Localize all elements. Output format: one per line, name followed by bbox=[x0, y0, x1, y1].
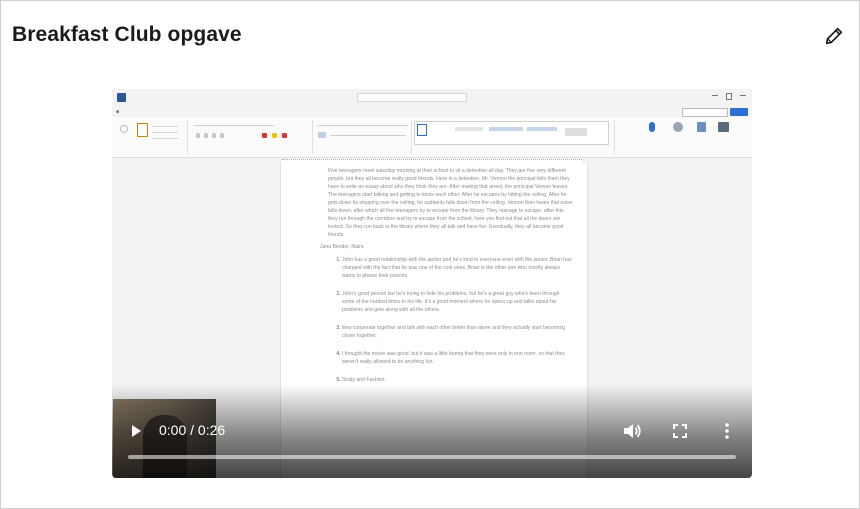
fullscreen-button[interactable] bbox=[668, 420, 692, 442]
more-options-button[interactable] bbox=[718, 420, 736, 442]
word-title-bar: ​ bbox=[112, 89, 752, 108]
undo-icon bbox=[120, 125, 128, 133]
close-icon bbox=[740, 95, 746, 96]
answers-list: John has a good relationship with the ja… bbox=[328, 256, 573, 384]
list-item: they cooperate together and talk with ea… bbox=[342, 324, 573, 340]
fullscreen-icon bbox=[673, 424, 687, 438]
copilot-icon bbox=[718, 122, 729, 132]
word-styles-gallery: ​ bbox=[414, 121, 609, 145]
video-time: 0:00 / 0:26 bbox=[159, 422, 225, 438]
pencil-icon bbox=[825, 27, 843, 45]
document-paragraph: Five teenagers meet saturday morning at … bbox=[328, 168, 573, 238]
duration: 0:26 bbox=[197, 422, 226, 438]
list-item: Study and Fashion. bbox=[342, 376, 573, 384]
word-search-box bbox=[357, 93, 467, 102]
editor-icon bbox=[673, 122, 683, 132]
play-icon bbox=[132, 425, 141, 437]
list-item: I thought the movie was good, but it was… bbox=[342, 350, 573, 366]
edit-button[interactable] bbox=[821, 23, 847, 49]
page-title: Breakfast Club opgave bbox=[12, 23, 242, 46]
word-share-button bbox=[730, 108, 748, 116]
volume-icon bbox=[624, 424, 641, 438]
word-ribbon: ​ bbox=[112, 117, 752, 158]
word-ribbon-tabs: ■ bbox=[112, 107, 752, 117]
maximize-icon bbox=[726, 93, 732, 100]
dictate-icon bbox=[649, 122, 655, 132]
minimize-icon bbox=[712, 95, 718, 96]
play-button[interactable] bbox=[126, 422, 146, 440]
video-player[interactable]: ​ ■ bbox=[112, 89, 752, 478]
video-progress-bar[interactable] bbox=[128, 455, 736, 459]
word-logo-icon bbox=[117, 93, 126, 102]
document-names-line: Jana Bender, Naira bbox=[320, 244, 364, 250]
content-card: Breakfast Club opgave ​ ■ bbox=[0, 0, 860, 509]
time-separator: / bbox=[186, 422, 198, 438]
list-item: John has a good relationship with the ja… bbox=[342, 256, 573, 280]
paste-icon bbox=[137, 123, 148, 137]
word-editing-button bbox=[682, 108, 728, 117]
more-vert-icon bbox=[725, 423, 729, 439]
document-text: Five teenagers meet saturday morning at … bbox=[320, 167, 573, 394]
mute-button[interactable] bbox=[620, 420, 644, 442]
list-item: John's good person but he's trying to hi… bbox=[342, 290, 573, 314]
designer-icon bbox=[697, 122, 706, 132]
current-time: 0:00 bbox=[159, 422, 187, 438]
